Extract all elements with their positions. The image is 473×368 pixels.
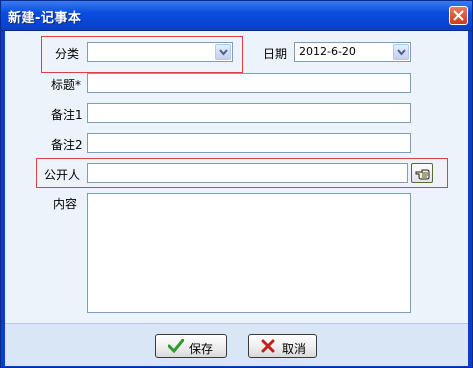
chevron-down-icon [397,49,406,56]
publisher-label: 公开人 [44,168,81,182]
hand-pointer-icon [415,169,430,180]
title-label: 标题* [51,78,82,92]
publisher-picker-button[interactable] [411,163,433,183]
cancel-button[interactable]: 取消 [248,334,317,358]
title-bar[interactable]: 新建-记事本 [1,1,472,31]
save-button[interactable]: 保存 [155,334,227,358]
date-value: 2012-6-20 [299,45,356,58]
close-icon [453,10,464,21]
checkmark-icon [168,339,184,353]
category-select[interactable] [87,42,233,62]
note2-label: 备注2 [51,138,83,152]
cancel-button-label: 取消 [282,342,307,356]
content-label: 内容 [53,197,78,211]
chevron-down-icon [219,49,228,56]
date-label: 日期 [263,47,288,61]
x-icon [261,339,275,353]
close-button[interactable] [449,6,468,25]
save-button-label: 保存 [189,342,214,356]
date-dropdown-button[interactable] [393,44,409,60]
category-dropdown-button[interactable] [215,44,231,60]
title-input[interactable] [87,73,411,93]
publisher-input[interactable] [87,163,408,183]
button-bar: 保存 取消 [5,323,468,366]
note1-input[interactable] [87,103,411,123]
form-panel: 分类 日期 2012-6-20 标题* 备注1 备注2 公开人 内容 [5,31,468,323]
note2-input[interactable] [87,133,411,153]
category-label: 分类 [55,47,80,61]
content-textarea[interactable] [87,193,411,313]
note1-label: 备注1 [51,108,83,122]
date-picker[interactable]: 2012-6-20 [294,42,411,62]
dialog-window: 新建-记事本 分类 日期 2012-6-20 标题* 备注1 备注2 公开人 内… [0,0,473,368]
window-title: 新建-记事本 [8,11,82,26]
